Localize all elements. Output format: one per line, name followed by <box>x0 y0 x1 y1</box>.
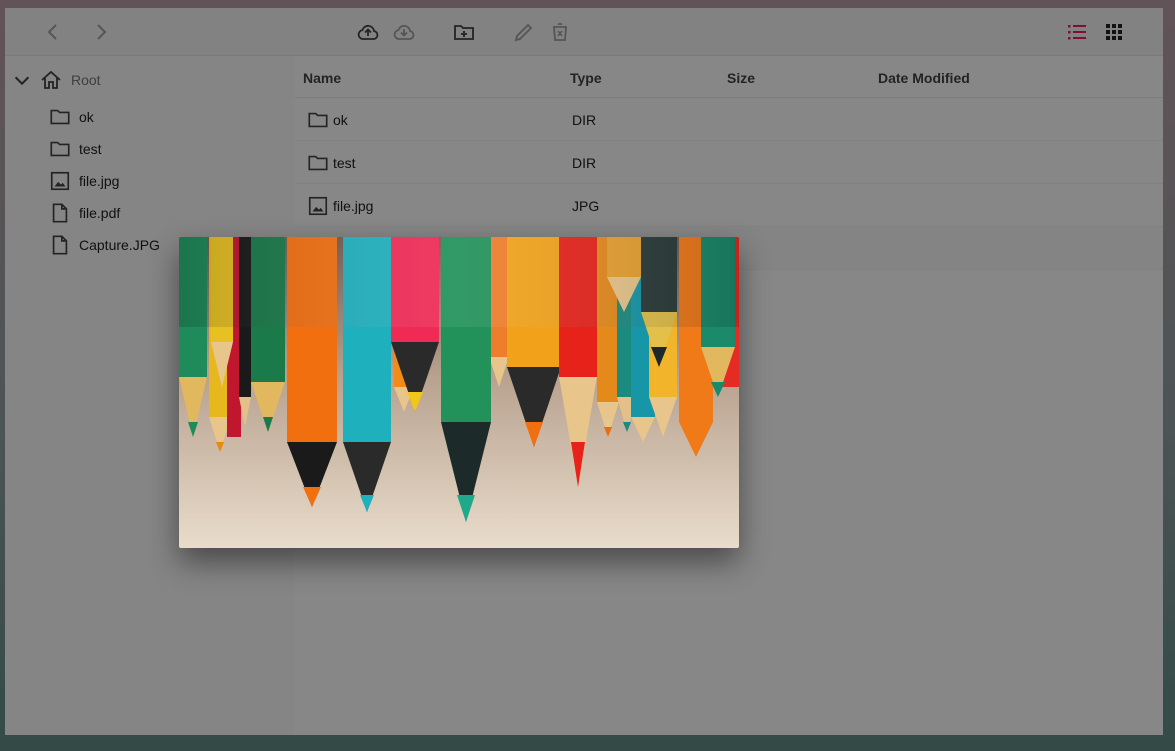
image-preview <box>179 237 739 548</box>
colored-pencils-photo <box>179 237 739 548</box>
